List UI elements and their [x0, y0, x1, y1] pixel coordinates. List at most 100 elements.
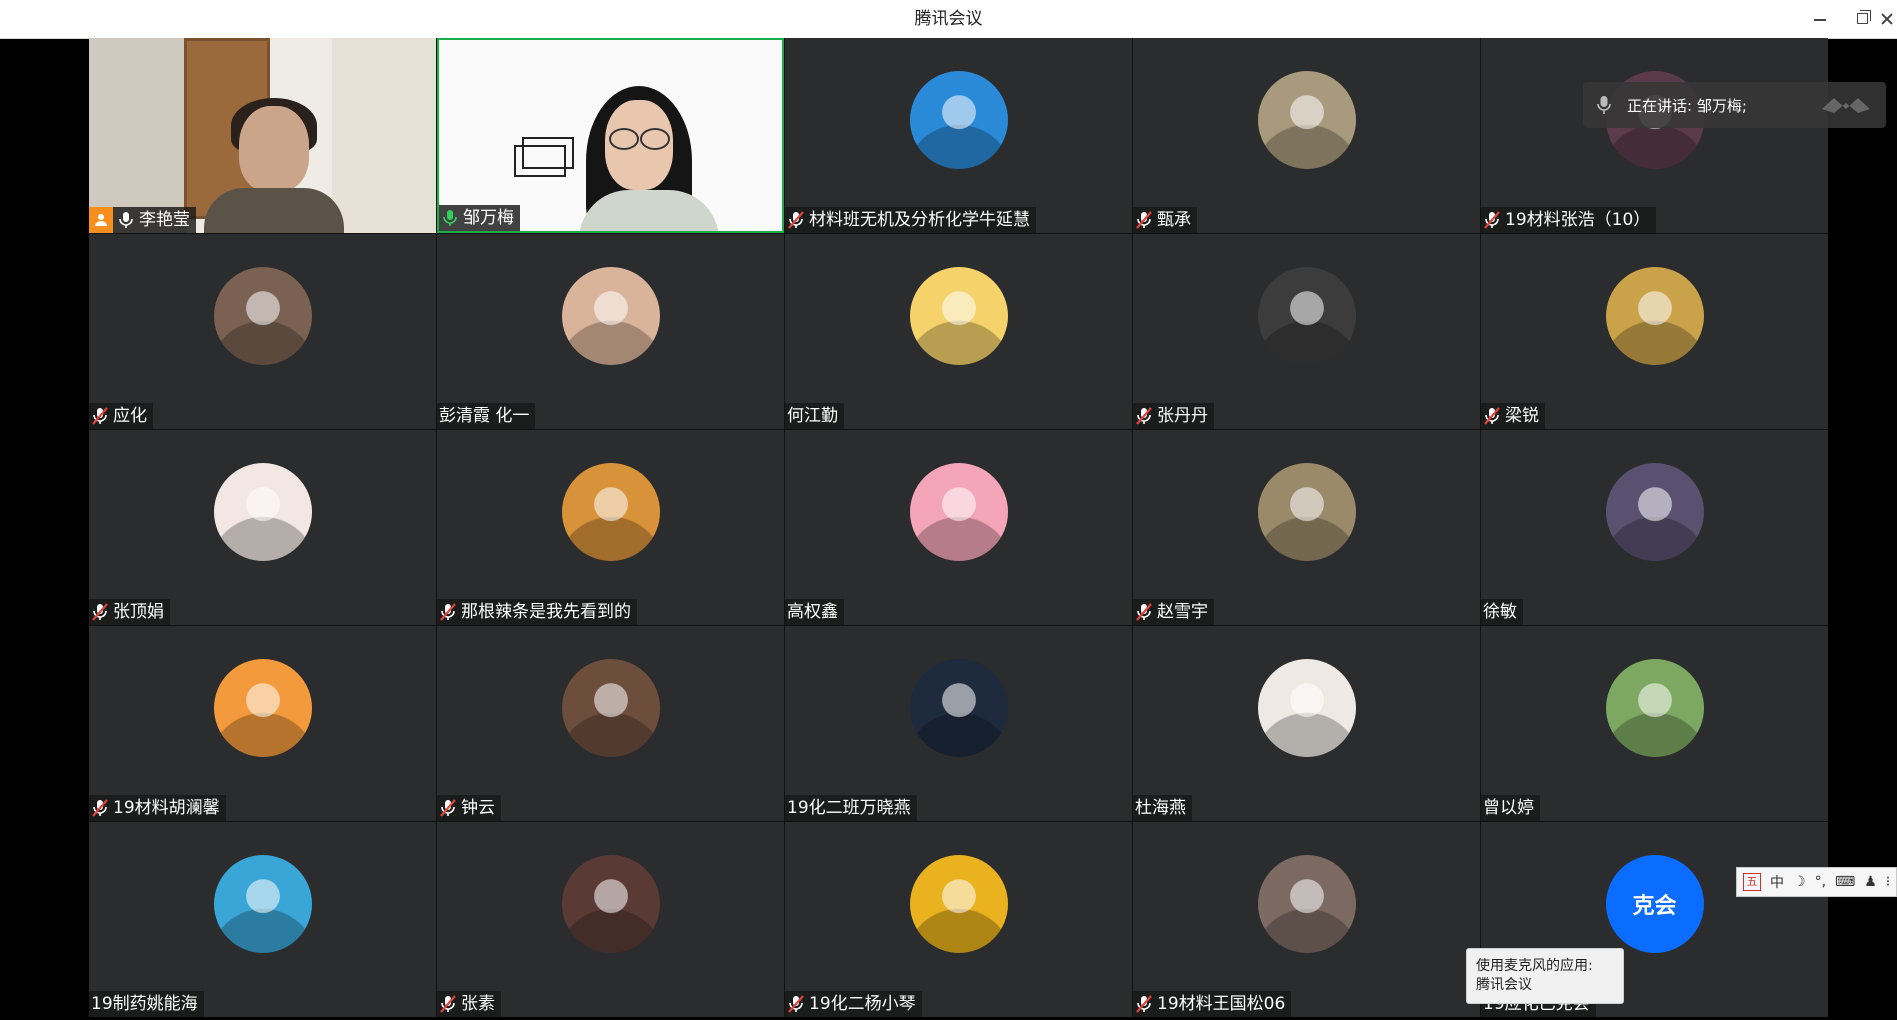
- participant-name: 19材料胡澜馨: [113, 798, 220, 818]
- participant-tile[interactable]: 杜海燕: [1133, 626, 1480, 821]
- tencent-meeting-logo-icon: [1822, 98, 1870, 113]
- minimize-button[interactable]: [1802, 0, 1838, 38]
- participant-tile[interactable]: 19材料张浩（10）: [1481, 38, 1828, 233]
- participant-avatar: [1257, 659, 1356, 757]
- participant-avatar: [909, 71, 1008, 169]
- participant-tile[interactable]: 彭清霞 化一: [437, 234, 784, 429]
- participant-avatar: [1605, 267, 1704, 365]
- speaking-indicator: 正在讲话: 邹万梅;: [1583, 82, 1886, 128]
- participant-tile[interactable]: 曾以婷: [1481, 626, 1828, 821]
- participant-name-tag: 19材料王国松06: [1133, 991, 1292, 1017]
- participant-name-tag: 甄承: [1133, 207, 1197, 233]
- participant-name-tag: 19制药姚能海: [89, 991, 204, 1017]
- participant-tile[interactable]: 那根辣条是我先看到的: [437, 430, 784, 625]
- participant-tile[interactable]: 邹万梅: [437, 38, 784, 233]
- participant-name-tag: 钟云: [437, 795, 501, 821]
- participant-tile[interactable]: 徐敏: [1481, 430, 1828, 625]
- mic-muted-icon: [440, 603, 456, 621]
- participant-tile[interactable]: 钟云: [437, 626, 784, 821]
- ime-mode-toggle[interactable]: 中: [1770, 872, 1784, 892]
- mic-muted-icon: [1484, 211, 1500, 229]
- participant-tile[interactable]: 19化二班万晓燕: [785, 626, 1132, 821]
- window-title: 腾讯会议: [914, 9, 983, 29]
- keyboard-icon[interactable]: ⌨: [1835, 874, 1855, 890]
- participant-avatar: [1605, 463, 1704, 561]
- microphone-icon: [1597, 96, 1611, 114]
- participant-tile[interactable]: 19材料胡澜馨: [89, 626, 436, 821]
- mic-muted-icon: [440, 995, 456, 1013]
- punctuation-icon[interactable]: °,: [1815, 874, 1826, 890]
- participant-tile[interactable]: 19制药姚能海: [89, 822, 436, 1017]
- participant-avatar: 克会: [1605, 855, 1704, 953]
- participant-name-tag: 19材料胡澜馨: [89, 795, 226, 821]
- participant-name: 甄承: [1157, 210, 1191, 230]
- participant-avatar: [561, 267, 660, 365]
- restore-button[interactable]: [1844, 0, 1880, 38]
- participant-tile[interactable]: 甄承: [1133, 38, 1480, 233]
- mic-muted-icon: [92, 799, 108, 817]
- participant-name-tag: 材料班无机及分析化学牛延慧: [785, 207, 1036, 233]
- participant-name: 彭清霞 化一: [439, 406, 530, 426]
- settings-icon[interactable]: ⁝: [1886, 874, 1890, 890]
- mic-muted-icon: [92, 603, 108, 621]
- glasses: [640, 128, 670, 150]
- participant-tile[interactable]: 19化二杨小琴: [785, 822, 1132, 1017]
- mic-muted-icon: [1484, 407, 1500, 425]
- speaking-text: 正在讲话: 邹万梅;: [1627, 96, 1747, 115]
- ime-logo-icon[interactable]: 五: [1743, 873, 1761, 891]
- participant-name-tag: 那根辣条是我先看到的: [437, 599, 637, 625]
- participant-name-tag: 赵雪宇: [1133, 599, 1214, 625]
- participant-name: 张丹丹: [1157, 406, 1208, 426]
- participant-name-tag: 彭清霞 化一: [437, 403, 536, 429]
- mic-muted-icon: [1136, 407, 1152, 425]
- host-badge-icon: [89, 207, 113, 233]
- mic-muted-icon: [1136, 603, 1152, 621]
- mic-muted-icon: [1136, 211, 1152, 229]
- title-bar: 腾讯会议: [0, 0, 1897, 39]
- participant-tile[interactable]: 19材料王国松06: [1133, 822, 1480, 1017]
- participant-tile[interactable]: 何江勤: [785, 234, 1132, 429]
- participant-avatar: [1257, 267, 1356, 365]
- participant-avatar: [1257, 463, 1356, 561]
- camera-video: [439, 40, 782, 231]
- microphone-icon: [443, 210, 457, 226]
- participant-name: 19材料张浩（10）: [1505, 210, 1651, 230]
- user-icon[interactable]: ♟: [1864, 874, 1877, 890]
- participant-tile[interactable]: 赵雪宇: [1133, 430, 1480, 625]
- participant-tile[interactable]: 张素: [437, 822, 784, 1017]
- participant-avatar: [561, 463, 660, 561]
- participant-name-tag: 应化: [89, 403, 153, 429]
- tooltip-line-1: 使用麦克风的应用:: [1476, 958, 1593, 974]
- close-button[interactable]: [1876, 0, 1897, 38]
- participant-name-tag: 19材料张浩（10）: [1481, 207, 1657, 233]
- participant-name: 钟云: [461, 798, 495, 818]
- participant-name: 应化: [113, 406, 147, 426]
- participant-tile[interactable]: 张顶娟: [89, 430, 436, 625]
- participant-name: 张素: [461, 994, 495, 1014]
- participant-name: 杜海燕: [1135, 798, 1186, 818]
- person-body: [204, 188, 344, 233]
- participant-name-tag: 杜海燕: [1133, 795, 1192, 821]
- participant-tile[interactable]: 应化: [89, 234, 436, 429]
- participant-grid: 李艳莹 邹万梅 材料班无机及分析化学牛延慧 甄承 19材料张浩（10） 应化 彭清霞 化一 何…: [89, 38, 1828, 1017]
- participant-tile[interactable]: 梁锐: [1481, 234, 1828, 429]
- participant-name-tag: 张素: [437, 991, 501, 1017]
- participant-tile[interactable]: 李艳莹: [89, 38, 436, 233]
- participant-avatar: [213, 463, 312, 561]
- participant-name-tag: 19化二班万晓燕: [785, 795, 917, 821]
- participant-avatar: [213, 267, 312, 365]
- participant-name: 何江勤: [787, 406, 838, 426]
- half-width-moon-icon[interactable]: ☽: [1793, 874, 1806, 890]
- participant-name-tag: 19化二杨小琴: [785, 991, 922, 1017]
- participant-name-tag: 梁锐: [1481, 403, 1545, 429]
- participant-tile[interactable]: 高权鑫: [785, 430, 1132, 625]
- participant-tile[interactable]: 张丹丹: [1133, 234, 1480, 429]
- ime-toolbar[interactable]: 五 中 ☽ °, ⌨ ♟ ⁝: [1736, 867, 1897, 897]
- participant-avatar: [909, 267, 1008, 365]
- participant-name: 李艳莹: [139, 210, 190, 230]
- participant-name: 那根辣条是我先看到的: [461, 602, 631, 622]
- participant-tile[interactable]: 材料班无机及分析化学牛延慧: [785, 38, 1132, 233]
- mic-muted-icon: [92, 407, 108, 425]
- participant-name: 19化二班万晓燕: [787, 798, 911, 818]
- participant-name-tag: 张丹丹: [1133, 403, 1214, 429]
